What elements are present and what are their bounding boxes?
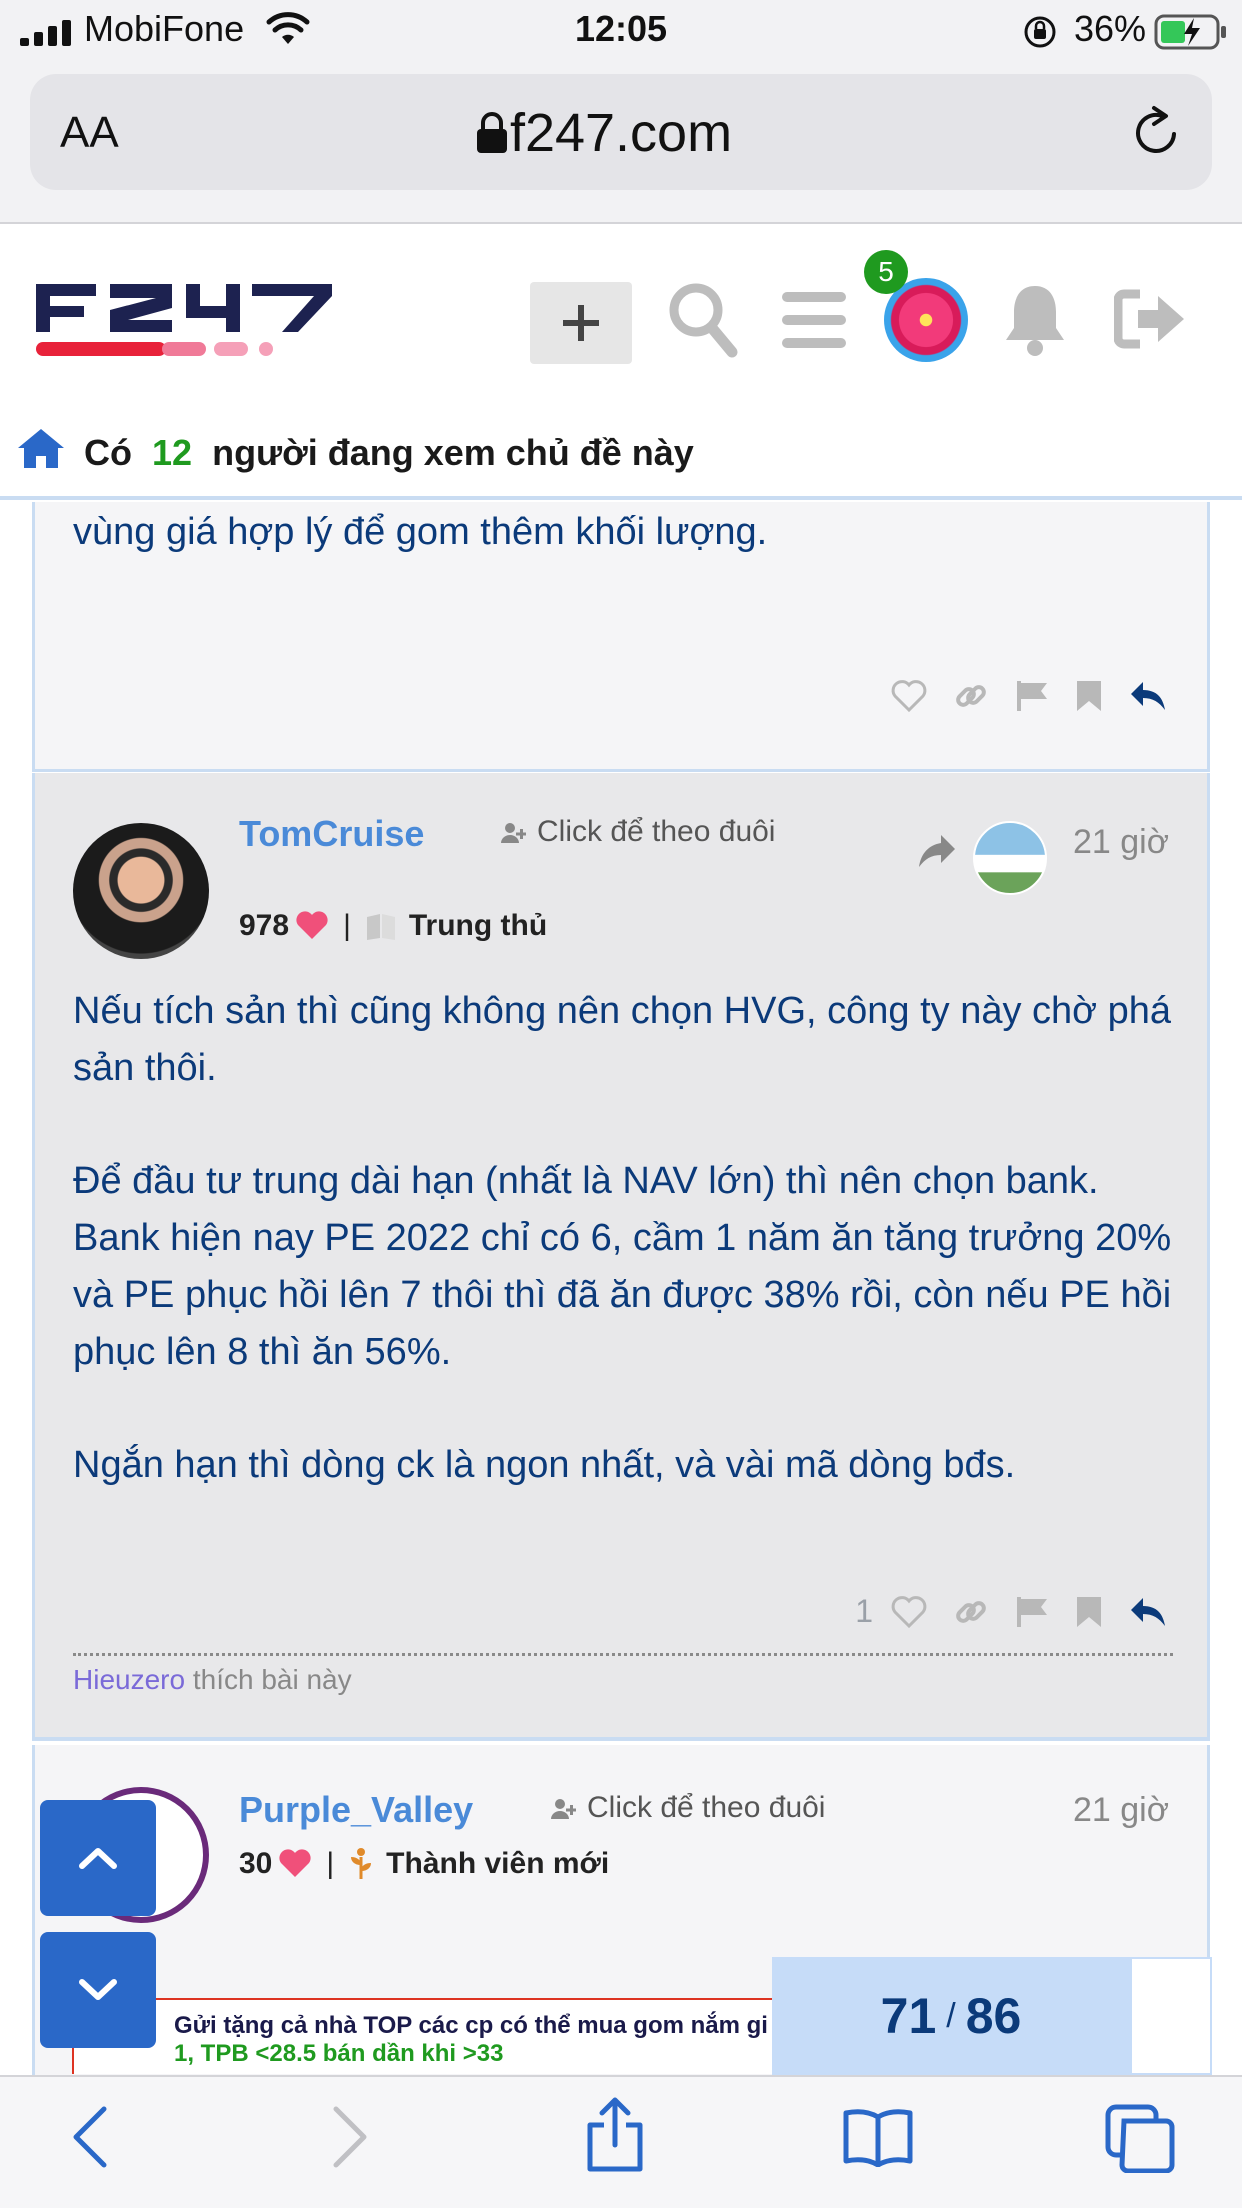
author-username[interactable]: Purple_Valley	[239, 1789, 473, 1831]
post-actions	[865, 678, 1167, 714]
rotation-lock-icon	[1024, 16, 1056, 48]
like-count[interactable]: 1	[855, 1593, 873, 1630]
follow-label: Click để theo đuôi	[537, 815, 776, 848]
reputation-count: 30	[239, 1847, 273, 1880]
chevron-up-icon	[79, 1848, 117, 1869]
share-arrow-icon[interactable]	[917, 833, 957, 869]
rank-sprout-icon	[351, 1848, 372, 1879]
battery-percent: 36%	[1073, 8, 1146, 49]
signature-line: Gửi tặng cả nhà TOP các cp có thể mua go…	[174, 2012, 768, 2039]
notification-badge: 5	[864, 250, 908, 294]
post-tomcruise: TomCruise Click để theo đuôi 21 giờ 978 …	[32, 773, 1210, 1741]
post-body: Nếu tích sản thì cũng không nên chọn HVG…	[73, 983, 1183, 1550]
liked-by-user[interactable]: Hieuzero	[73, 1664, 185, 1695]
viewers-prefix: Có	[84, 432, 132, 473]
status-bar: MobiFone 12:05 36%	[0, 0, 1242, 64]
signature-line: 1, TPB <28.5 bán dần khi >33	[174, 2040, 504, 2067]
meta-separator: |	[326, 1847, 335, 1880]
post-previous: vùng giá hợp lý để gom thêm khối lượng.	[32, 502, 1210, 772]
bookmark-icon[interactable]	[1075, 1595, 1103, 1629]
battery-icon	[1154, 14, 1226, 50]
reload-icon[interactable]	[1132, 104, 1184, 160]
back-icon[interactable]	[70, 2105, 110, 2169]
viewers-count: 12	[152, 432, 193, 473]
post-text: vùng giá hợp lý để gom thêm khối lượng.	[73, 511, 768, 553]
scroll-up-button[interactable]	[40, 1800, 156, 1916]
post-paragraph: Ngắn hạn thì dòng ck là ngon nhất, và và…	[73, 1444, 1016, 1486]
flag-icon[interactable]	[1015, 679, 1049, 713]
plus-icon	[563, 305, 599, 341]
home-icon[interactable]	[16, 426, 66, 470]
site-logo[interactable]	[36, 278, 336, 362]
author-meta: 30 | Thành viên mới	[239, 1847, 609, 1881]
author-rank: Thành viên mới	[386, 1847, 610, 1880]
reputation-heart-icon	[296, 911, 328, 939]
reply-icon[interactable]	[1129, 1596, 1167, 1628]
tabs-icon[interactable]	[1104, 2103, 1176, 2173]
add-user-icon	[501, 823, 526, 844]
url-text: f247.com	[509, 103, 733, 163]
share-icon[interactable]	[584, 2097, 646, 2173]
post-time: 21 giờ	[1073, 823, 1170, 861]
bookmarks-book-icon[interactable]	[842, 2107, 914, 2167]
chevron-down-icon	[79, 1979, 117, 2000]
liked-by-suffix: thích bài này	[192, 1664, 352, 1695]
author-meta: 978 | Trung thủ	[239, 909, 547, 943]
liked-by-line: Hieuzero thích bài này	[73, 1653, 1173, 1696]
signature-banner: Gửi tặng cả nhà TOP các cp có thể mua go…	[72, 1998, 772, 2074]
post-actions: 1	[855, 1593, 1167, 1630]
post-progress-indicator[interactable]: 71 / 86	[772, 1957, 1130, 2075]
reputation-heart-icon	[279, 1849, 311, 1877]
logout-icon[interactable]	[1114, 288, 1186, 350]
author-rank: Trung thủ	[408, 909, 548, 942]
browser-toolbar	[0, 2075, 1242, 2208]
bell-icon[interactable]	[1004, 282, 1066, 358]
new-topic-button[interactable]	[530, 282, 632, 364]
viewers-suffix: người đang xem chủ đề này	[212, 432, 694, 473]
address-bar[interactable]: AA f247.com	[30, 74, 1212, 190]
hamburger-menu-icon[interactable]	[782, 292, 846, 348]
reply-target-avatar[interactable]	[973, 821, 1047, 895]
rank-book-icon	[366, 914, 395, 940]
link-icon[interactable]	[953, 1594, 989, 1630]
scroll-down-button[interactable]	[40, 1932, 156, 2048]
progress-total: 86	[965, 1988, 1022, 2044]
topic-viewers-bar: Có 12 người đang xem chủ đề này	[0, 406, 1242, 500]
add-user-icon	[551, 1799, 576, 1820]
post-paragraph: Để đầu tư trung dài hạn (nhất là NAV lớn…	[73, 1160, 1172, 1373]
bookmark-icon[interactable]	[1075, 679, 1103, 713]
forward-icon[interactable]	[330, 2105, 370, 2169]
reply-icon[interactable]	[1129, 680, 1167, 712]
post-paragraph: Nếu tích sản thì cũng không nên chọn HVG…	[73, 990, 1172, 1089]
browser-address-area: AA f247.com	[0, 64, 1242, 224]
follow-label: Click để theo đuôi	[587, 1791, 826, 1824]
follow-button[interactable]: Click để theo đuôi	[551, 1791, 825, 1825]
reputation-count: 978	[239, 909, 290, 942]
progress-current: 71	[880, 1988, 937, 2044]
author-username[interactable]: TomCruise	[239, 813, 424, 855]
meta-separator: |	[343, 909, 351, 942]
viewers-text: Có 12 người đang xem chủ đề này	[84, 432, 694, 474]
progress-expand-area[interactable]	[1130, 1957, 1212, 2075]
site-header	[0, 226, 1242, 406]
search-icon[interactable]	[668, 282, 738, 358]
heart-icon[interactable]	[891, 679, 927, 713]
follow-button[interactable]: Click để theo đuôi	[501, 815, 775, 849]
flag-icon[interactable]	[1015, 1595, 1049, 1629]
link-icon[interactable]	[953, 678, 989, 714]
post-time: 21 giờ	[1073, 1791, 1170, 1829]
progress-separator: /	[946, 1996, 956, 2035]
author-avatar[interactable]	[73, 823, 209, 959]
heart-icon[interactable]	[891, 1595, 927, 1629]
